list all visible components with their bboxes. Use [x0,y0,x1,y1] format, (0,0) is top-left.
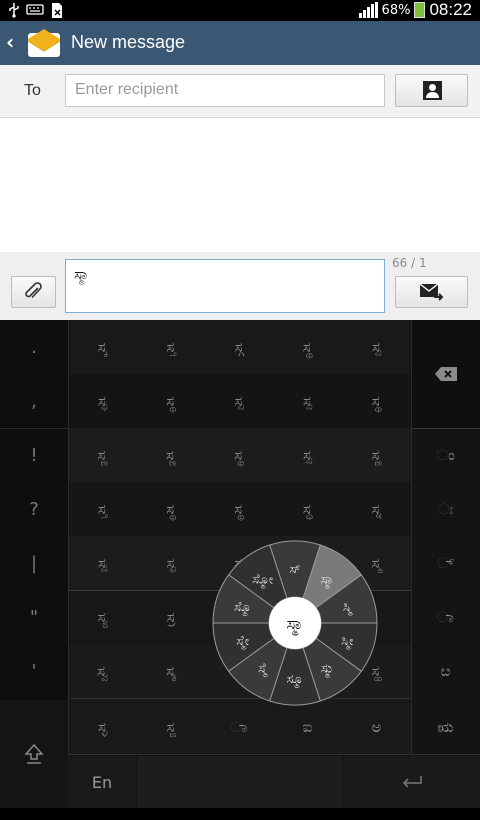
key-consonant[interactable]: ಸ್ಣ [137,428,205,482]
key-consonant[interactable]: ಸ್ನ [342,482,411,536]
key-pipe[interactable]: | [0,536,68,590]
key-consonant[interactable]: ಸ್ಗ [205,320,273,374]
action-bar: ‹ New message [0,21,480,65]
paperclip-icon [25,282,42,299]
recipient-row: To Enter recipient [0,65,480,118]
clock: 08:22 [429,0,472,19]
contact-icon [423,81,442,100]
key-vowel-sign[interactable]: ಾ [205,700,273,754]
key-vowel-sign-aa[interactable]: ಾ [411,590,480,644]
key-consonant[interactable]: ಸ್ಪ [205,374,273,428]
key-vocalic-r[interactable]: ಋ [411,700,480,754]
conversation-area [0,118,480,252]
keyboard-icon [26,2,44,23]
character-wheel[interactable]: ಸ್ಸ್ಮಾಸ್ಮಿಸ್ಮೀಸ್ಮುಸ್ಮೂಸ್ಮೆಸ್ಮೇಸ್ಮೊಸ್ಮೋ ಸ… [212,540,378,706]
key-consonant[interactable]: ಸ್ಣ [68,428,137,482]
backspace-key[interactable] [411,320,480,428]
shift-key[interactable] [0,700,68,808]
chevron-left-icon[interactable]: ‹ [6,30,14,54]
key-consonant[interactable]: ಸ್ಕ [68,320,137,374]
key-consonant[interactable]: ಸ್ರ [137,590,205,644]
wheel-center-label: ಸ್ಮಾ [286,614,303,635]
key-consonant[interactable]: ಸ್ಫ [68,374,137,428]
wheel-segment-label: ಸ್ಮೂ [287,672,304,688]
page-title: New message [71,32,186,52]
signal-icon [358,2,378,18]
key-consonant[interactable]: ಸ್ಳ [68,700,137,754]
key-consonant[interactable]: ಸ್ಥ [273,320,342,374]
key-consonant[interactable]: ಸ್ಥ [137,374,205,428]
key-consonant[interactable]: ಸ್ಫ [137,536,205,590]
key-consonant[interactable]: ಸ್ಜ [137,700,205,754]
key-consonant[interactable]: ಸ್ಪ [342,320,411,374]
battery-percent: 68% [381,2,411,18]
key-consonant[interactable]: ಸ್ಪ [273,428,342,482]
wheel-segment-label: ಸ್ [289,562,300,577]
attach-button[interactable] [11,276,56,308]
key-exclamation[interactable]: ! [0,428,68,482]
language-key[interactable]: En [68,756,136,808]
key-llla[interactable]: ೞ [411,644,480,698]
to-label: To [24,82,41,99]
key-consonant[interactable]: ಸ್ತ [137,320,205,374]
no-sim-icon [50,2,64,23]
battery-icon [414,2,426,18]
wheel-segment-label: ಸ್ಮೆ [258,662,268,678]
usb-icon [8,2,20,23]
contacts-button[interactable] [395,74,468,107]
key-consonant[interactable]: ಸ್ಣ [342,428,411,482]
message-input[interactable]: ಸ್ಮಾ [65,259,385,313]
wheel-segment-label: ಸ್ಮೋ [252,573,273,589]
key-consonant[interactable]: ಸ್ಪ [68,536,137,590]
anusvara-label: ಂ [436,446,455,464]
enter-key[interactable] [343,756,480,808]
backspace-icon [434,367,457,381]
key-comma[interactable]: , [0,374,68,428]
shift-icon [24,743,44,764]
key-consonant[interactable]: ಸ್ಯ [68,590,137,644]
key-apostrophe[interactable]: ' [0,644,68,698]
bottom-strip [0,808,480,820]
key-consonant[interactable]: ಸ್ಥ [342,374,411,428]
key-anusvara[interactable]: ಂ [411,428,480,482]
wheel-segment-label: ಸ್ಮಾ [321,573,334,589]
key-period[interactable]: . [0,320,68,374]
key-consonant[interactable]: ಸ್ತ [68,482,137,536]
key-consonant[interactable]: ಸ್ಪ [273,374,342,428]
key-double-quote[interactable]: " [0,590,68,644]
status-bar: 68% 08:22 [0,0,480,21]
compose-row: ಸ್ಮಾ 66 / 1 [0,252,480,320]
wheel-segment-label: ಸ್ಮೀ [341,634,354,650]
visarga-label: ಃ [437,500,454,518]
key-consonant[interactable]: ಸ್ಥ [205,482,273,536]
key-consonant[interactable]: ಸ್ಶ [137,644,205,698]
enter-icon [402,776,422,788]
envelope-icon[interactable] [27,27,61,59]
recipient-input[interactable]: Enter recipient [65,74,385,107]
wheel-segment-label: ಸ್ಮು [321,662,334,678]
send-button[interactable] [395,276,468,308]
key-visarga[interactable]: ಃ [411,482,480,536]
key-consonant[interactable]: ಸ್ಥ [205,428,273,482]
character-counter: 66 / 1 [392,256,427,270]
space-key[interactable] [137,756,342,808]
send-icon [420,283,444,301]
key-vowel[interactable]: ಅ [342,700,411,754]
key-consonant[interactable]: ಸ್ಧ [273,482,342,536]
wheel-segment-label: ಸ್ಮೊ [234,600,252,616]
key-consonant[interactable]: ಸ್ವ [68,644,137,698]
key-vowel[interactable]: ಐ [273,700,342,754]
wheel-segment-label: ಸ್ಮೇ [236,634,249,650]
key-question[interactable]: ? [0,482,68,536]
key-virama[interactable]: ್ [411,536,480,590]
key-consonant[interactable]: ಸ್ಥ [137,482,205,536]
